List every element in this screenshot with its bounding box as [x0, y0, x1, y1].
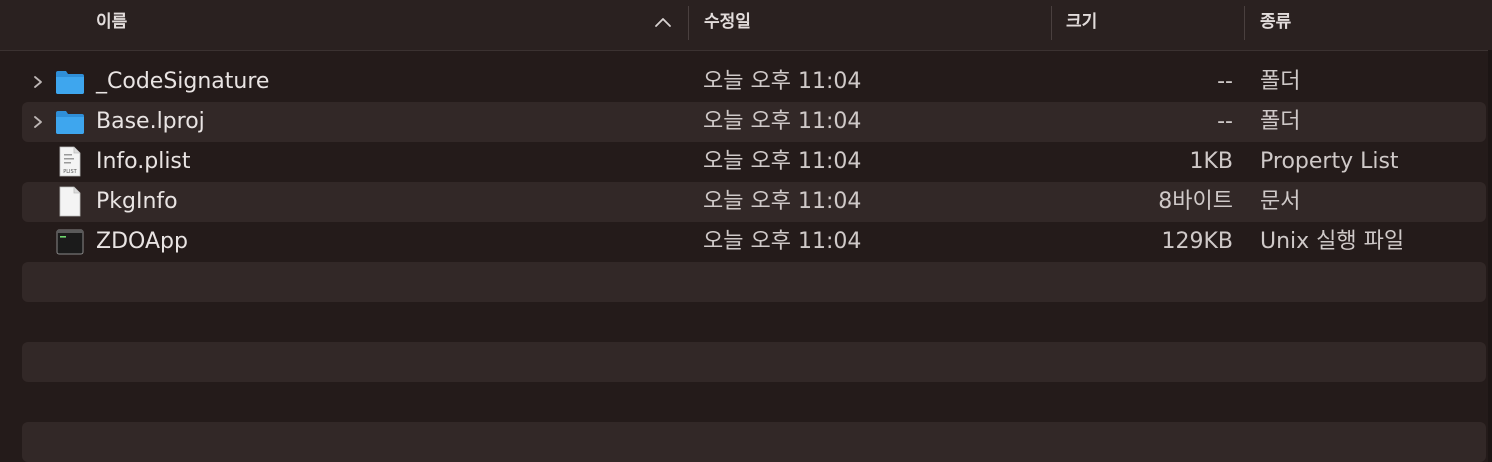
document-icon	[59, 186, 81, 217]
file-size: 1KB	[1189, 149, 1233, 174]
file-row[interactable]: PkgInfo 오늘 오후 11:04 8바이트 문서	[22, 182, 1486, 222]
file-name: Info.plist	[96, 149, 191, 174]
plist-file-icon: PLIST	[59, 146, 81, 177]
file-modified-date: 오늘 오후 11:04	[703, 149, 862, 174]
empty-row	[22, 302, 1486, 342]
file-modified-date: 오늘 오후 11:04	[703, 189, 862, 214]
folder-icon	[56, 111, 84, 134]
empty-row	[22, 342, 1486, 382]
file-size: --	[1217, 109, 1233, 134]
terminal-executable-icon	[56, 229, 84, 255]
empty-row	[22, 262, 1486, 302]
empty-row	[22, 422, 1486, 462]
file-row[interactable]: ZDOApp 오늘 오후 11:04 129KB Unix 실행 파일	[22, 222, 1486, 262]
file-name: _CodeSignature	[96, 69, 270, 94]
column-divider[interactable]	[688, 6, 689, 40]
file-name: ZDOApp	[96, 229, 188, 254]
column-header-bar: 이름 수정일 크기 종류	[0, 0, 1492, 51]
plist-icon-label: PLIST	[63, 169, 77, 175]
file-modified-date: 오늘 오후 11:04	[703, 69, 862, 94]
column-header-size[interactable]: 크기	[1066, 0, 1097, 50]
file-row[interactable]: PLIST Info.plist 오늘 오후 11:04 1KB Propert…	[22, 142, 1486, 182]
file-kind: Unix 실행 파일	[1260, 229, 1405, 254]
file-kind: Property List	[1260, 149, 1399, 174]
disclosure-triangle-icon[interactable]	[32, 74, 44, 90]
window-edge	[1488, 50, 1492, 462]
empty-row	[22, 382, 1486, 422]
folder-icon	[56, 71, 84, 94]
file-size: 129KB	[1161, 229, 1233, 254]
sort-ascending-chevron-icon[interactable]	[654, 15, 672, 29]
file-list: _CodeSignature 오늘 오후 11:04 -- 폴더 Base.lp…	[22, 62, 1486, 462]
file-modified-date: 오늘 오후 11:04	[703, 229, 862, 254]
disclosure-triangle-icon[interactable]	[32, 114, 44, 130]
file-kind: 폴더	[1260, 69, 1301, 94]
column-header-name[interactable]: 이름	[96, 0, 127, 50]
file-name: PkgInfo	[96, 189, 178, 214]
column-header-kind[interactable]: 종류	[1260, 0, 1291, 50]
column-divider[interactable]	[1051, 6, 1052, 40]
file-size: 8바이트	[1158, 189, 1233, 214]
file-row[interactable]: Base.lproj 오늘 오후 11:04 -- 폴더	[22, 102, 1486, 142]
file-size: --	[1217, 69, 1233, 94]
column-divider[interactable]	[1244, 6, 1245, 40]
file-kind: 문서	[1260, 189, 1301, 214]
file-name: Base.lproj	[96, 109, 205, 134]
file-row[interactable]: _CodeSignature 오늘 오후 11:04 -- 폴더	[22, 62, 1486, 102]
column-header-date[interactable]: 수정일	[704, 0, 751, 50]
file-modified-date: 오늘 오후 11:04	[703, 109, 862, 134]
file-kind: 폴더	[1260, 109, 1301, 134]
